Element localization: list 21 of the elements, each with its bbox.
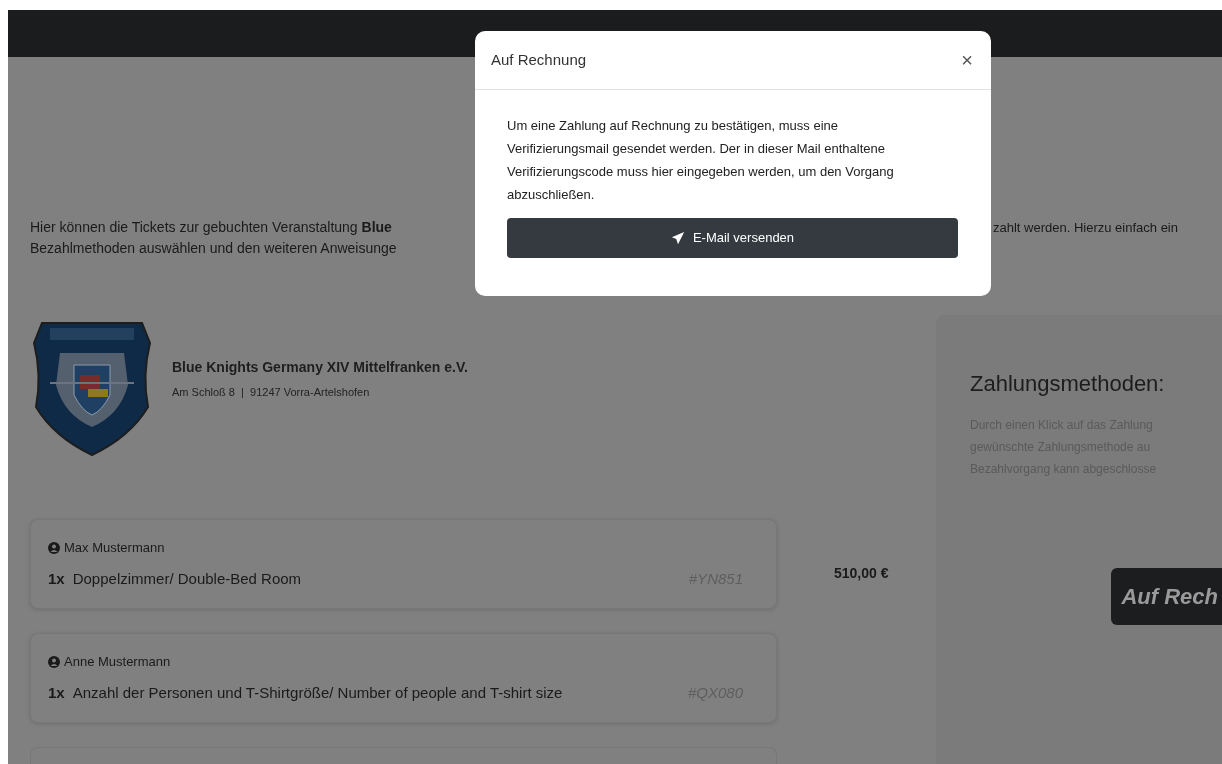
panel-title: Zahlungsmethoden: xyxy=(970,370,1166,398)
send-email-button[interactable]: E-Mail versenden xyxy=(507,218,958,258)
intro-text: Bezahlmethoden auswählen und den weiteren Anweisunge xyxy=(30,239,398,258)
ticket-item: Anzahl der Personen und T-Shirtgröße/ Number of people and T-shirt size xyxy=(72,682,564,703)
modal-message: Um eine Zahlung auf Rechnung zu bestätigen, muss eine Verifizierungsmail gesendet werden. Der in dieser Mail enthaltene Verifizierungscode muss hier eingegeben werden, um den Vorgang abzuschließen. xyxy=(507,117,895,204)
ticket-holder: Anne Mustermann xyxy=(64,653,171,671)
ticket-quantity: 1x xyxy=(48,682,65,703)
total-price: 510,00 € xyxy=(833,564,890,583)
close-button[interactable]: × xyxy=(959,50,975,70)
ticket-holder: Max Mustermann xyxy=(64,539,165,557)
organizer-address: Am Schloß 8 | 91247 Vorra-Artelshofen xyxy=(172,385,371,401)
intro-text: zahlt werden. Hierzu einfach ein xyxy=(992,219,1179,237)
modal-title: Auf Rechnung xyxy=(491,49,587,70)
payment-method-button[interactable]: Auf Rech xyxy=(1111,568,1222,625)
organizer-name: Blue Knights Germany XIV Mittelfranken e.V. xyxy=(172,358,468,378)
ticket-item: Doppelzimmer/ Double-Bed Room xyxy=(72,568,303,589)
user-icon xyxy=(48,541,60,554)
user-icon xyxy=(48,655,60,668)
ticket-quantity: 1x xyxy=(48,568,65,589)
intro-text: Hier können die Tickets zur gebuchten Veranstaltung Blue xyxy=(30,218,393,237)
send-icon xyxy=(670,231,685,245)
